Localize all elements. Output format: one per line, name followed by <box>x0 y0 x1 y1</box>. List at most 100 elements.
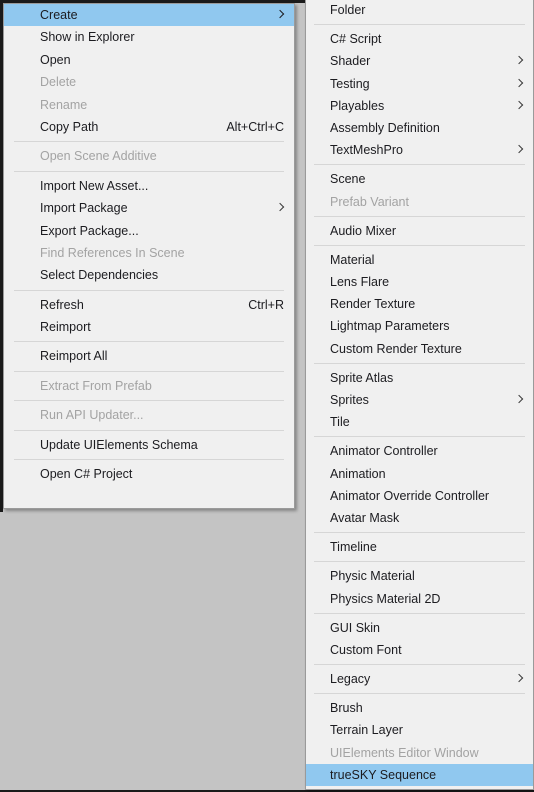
context-menu-item-refresh[interactable]: Refresh Ctrl+R <box>4 294 294 316</box>
chevron-right-icon <box>276 202 284 214</box>
create-item-scene[interactable]: Scene <box>306 168 533 190</box>
create-item-folder[interactable]: Folder <box>306 0 533 21</box>
create-submenu: Folder C# Script Shader Testing Playables Ass… <box>305 0 534 790</box>
context-menu-item-select-dependencies[interactable]: Select Dependencies <box>4 264 294 286</box>
menu-item-label: Scene <box>330 172 366 187</box>
menu-separator <box>314 362 525 364</box>
create-item-tile[interactable]: Tile <box>306 411 533 433</box>
menu-item-label: trueSKY Sequence <box>330 767 437 782</box>
menu-separator <box>314 532 525 534</box>
context-menu-item-rename: Rename <box>4 94 294 116</box>
menu-item-label: Tile <box>330 415 350 430</box>
menu-item-label: Animation <box>330 466 386 481</box>
menu-item-label: Rename <box>40 97 88 112</box>
create-item-physics-material-2d[interactable]: Physics Material 2D <box>306 588 533 610</box>
menu-item-label: Brush <box>330 701 363 716</box>
menu-item-label: Find References In Scene <box>40 245 185 260</box>
menu-separator <box>314 164 525 166</box>
create-item-brush[interactable]: Brush <box>306 697 533 719</box>
create-item-textmeshpro[interactable]: TextMeshPro <box>306 139 533 161</box>
menu-item-label: Animator Override Controller <box>330 488 490 503</box>
menu-separator <box>14 400 284 402</box>
menu-separator <box>14 141 284 143</box>
menu-item-shortcut: Alt+Ctrl+C <box>226 119 284 134</box>
menu-item-label: Render Texture <box>330 297 416 312</box>
create-item-material[interactable]: Material <box>306 249 533 271</box>
menu-item-label: Select Dependencies <box>40 268 159 283</box>
context-menu-item-open[interactable]: Open <box>4 49 294 71</box>
context-menu-item-reimport[interactable]: Reimport <box>4 316 294 338</box>
create-item-avatar-mask[interactable]: Avatar Mask <box>306 507 533 529</box>
create-item-custom-render-texture[interactable]: Custom Render Texture <box>306 338 533 360</box>
context-menu-item-export-package[interactable]: Export Package... <box>4 220 294 242</box>
create-item-c-script[interactable]: C# Script <box>306 28 533 50</box>
menu-separator <box>314 561 525 563</box>
menu-item-label: Create <box>40 8 78 22</box>
menu-item-label: Physic Material <box>330 569 415 584</box>
menu-item-label: Playables <box>330 98 385 113</box>
menu-item-label: Custom Render Texture <box>330 341 462 356</box>
menu-separator <box>14 459 284 461</box>
menu-item-label: Timeline <box>330 540 377 555</box>
menu-item-label: TextMeshPro <box>330 143 403 158</box>
context-menu-item-show-in-explorer[interactable]: Show in Explorer <box>4 26 294 48</box>
create-item-playables[interactable]: Playables <box>306 95 533 117</box>
create-item-animator-override-controller[interactable]: Animator Override Controller <box>306 485 533 507</box>
create-item-shader[interactable]: Shader <box>306 50 533 72</box>
create-item-truesky-sequence[interactable]: trueSKY Sequence <box>306 763 533 786</box>
menu-item-label: Legacy <box>330 672 371 687</box>
create-item-assembly-definition[interactable]: Assembly Definition <box>306 117 533 139</box>
create-item-render-texture[interactable]: Render Texture <box>306 293 533 315</box>
menu-item-label: Show in Explorer <box>40 30 135 45</box>
context-menu-item-open-scene-additive: Open Scene Additive <box>4 145 294 167</box>
context-menu-item-import-package[interactable]: Import Package <box>4 197 294 219</box>
menu-separator <box>314 244 525 246</box>
context-menu-item-copy-path[interactable]: Copy Path Alt+Ctrl+C <box>4 116 294 138</box>
create-item-sprites[interactable]: Sprites <box>306 389 533 411</box>
create-item-animation[interactable]: Animation <box>306 463 533 485</box>
context-menu-item-reimport-all[interactable]: Reimport All <box>4 345 294 367</box>
context-menu-item-create[interactable]: Create <box>4 4 294 27</box>
create-item-physic-material[interactable]: Physic Material <box>306 565 533 587</box>
create-item-timeline[interactable]: Timeline <box>306 536 533 558</box>
create-item-animator-controller[interactable]: Animator Controller <box>306 440 533 462</box>
create-item-audio-mixer[interactable]: Audio Mixer <box>306 220 533 242</box>
create-item-legacy[interactable]: Legacy <box>306 668 533 690</box>
menu-separator <box>314 612 525 614</box>
chevron-right-icon <box>515 144 523 156</box>
create-item-gui-skin[interactable]: GUI Skin <box>306 617 533 639</box>
create-item-custom-font[interactable]: Custom Font <box>306 639 533 661</box>
menu-separator <box>314 664 525 666</box>
context-menu-item-update-uielements-schema[interactable]: Update UIElements Schema <box>4 434 294 456</box>
menu-item-label: Refresh <box>40 297 84 312</box>
menu-item-label: Extract From Prefab <box>40 378 152 393</box>
create-item-prefab-variant: Prefab Variant <box>306 191 533 213</box>
create-item-sprite-atlas[interactable]: Sprite Atlas <box>306 367 533 389</box>
menu-item-label: Audio Mixer <box>330 223 396 238</box>
menu-item-label: Lightmap Parameters <box>330 319 450 334</box>
context-menu-item-extract-from-prefab: Extract From Prefab <box>4 375 294 397</box>
menu-item-label: Copy Path <box>40 119 99 134</box>
context-menu-item-import-new-asset[interactable]: Import New Asset... <box>4 175 294 197</box>
context-menu-item-open-c-project[interactable]: Open C# Project <box>4 463 294 485</box>
create-item-lightmap-parameters[interactable]: Lightmap Parameters <box>306 315 533 337</box>
menu-item-label: Prefab Variant <box>330 194 409 209</box>
menu-item-label: Import New Asset... <box>40 178 149 193</box>
context-menu-item-find-references-in-scene: Find References In Scene <box>4 242 294 264</box>
menu-item-label: Testing <box>330 76 370 91</box>
menu-item-label: Sprite Atlas <box>330 370 394 385</box>
menu-item-label: Assembly Definition <box>330 120 440 135</box>
project-context-menu: Create Show in Explorer Open Delete Rename Co… <box>3 3 295 509</box>
create-item-terrain-layer[interactable]: Terrain Layer <box>306 719 533 741</box>
menu-item-label: Delete <box>40 75 77 90</box>
menu-item-label: C# Script <box>330 32 382 47</box>
chevron-right-icon <box>515 100 523 112</box>
menu-separator <box>314 693 525 695</box>
menu-item-label: Update UIElements Schema <box>40 437 198 452</box>
menu-item-label: Run API Updater... <box>40 408 144 423</box>
create-item-lens-flare[interactable]: Lens Flare <box>306 271 533 293</box>
create-item-testing[interactable]: Testing <box>306 73 533 95</box>
menu-item-label: Import Package <box>40 201 128 216</box>
menu-item-label: Open C# Project <box>40 467 133 482</box>
menu-separator <box>14 429 284 431</box>
